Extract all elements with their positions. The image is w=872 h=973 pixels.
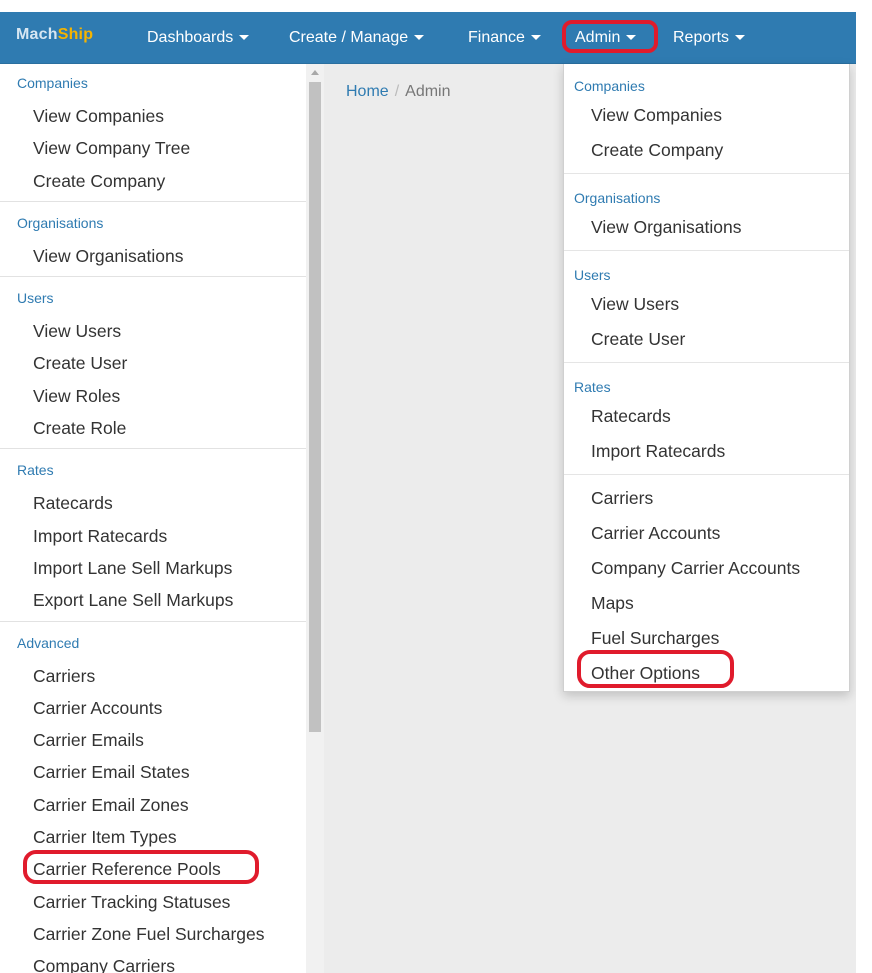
admin-highlight-annotation	[562, 20, 658, 53]
sidebar-item-carrier-accounts[interactable]: Carrier Accounts	[0, 692, 306, 724]
admin-menu-item-import-ratecards[interactable]: Import Ratecards	[564, 434, 849, 469]
sidebar-group-users: Users View Users Create User View Roles …	[0, 277, 306, 450]
sidebar-item-import-ratecards[interactable]: Import Ratecards	[0, 520, 306, 552]
sidebar-item-carrier-zone-fuel-surcharges[interactable]: Carrier Zone Fuel Surcharges	[0, 918, 306, 950]
sidebar-item-carrier-item-types[interactable]: Carrier Item Types	[0, 821, 306, 853]
right-margin	[856, 12, 872, 973]
carrier-reference-pools-highlight-annotation	[23, 850, 259, 884]
sidebar-group-advanced: Advanced Carriers Carrier Accounts Carri…	[0, 622, 306, 973]
sidebar-group-organisations: Organisations View Organisations	[0, 202, 306, 278]
chevron-down-icon	[735, 35, 746, 41]
sidebar-item-carriers[interactable]: Carriers	[0, 660, 306, 692]
sidebar-item-view-users[interactable]: View Users	[0, 315, 306, 347]
breadcrumb-separator: /	[394, 83, 400, 100]
admin-menu-header-organisations: Organisations	[574, 190, 661, 206]
admin-menu-group-organisations: Organisations View Organisations	[564, 174, 849, 251]
sidebar-item-view-company-tree[interactable]: View Company Tree	[0, 132, 306, 164]
top-margin	[0, 0, 872, 12]
sidebar-item-import-lane-sell-markups[interactable]: Import Lane Sell Markups	[0, 552, 306, 584]
brand-logo-part1: Mach	[16, 26, 58, 43]
nav-finance[interactable]: Finance	[468, 12, 541, 63]
sidebar-item-view-companies[interactable]: View Companies	[0, 100, 306, 132]
sidebar-header-users: Users	[17, 290, 54, 307]
sidebar-item-create-role[interactable]: Create Role	[0, 412, 306, 444]
admin-menu-header-users: Users	[574, 267, 611, 283]
admin-menu-item-view-companies[interactable]: View Companies	[564, 98, 849, 133]
sidebar-item-carrier-email-states[interactable]: Carrier Email States	[0, 756, 306, 788]
admin-menu-header-companies: Companies	[574, 78, 645, 94]
admin-dropdown-menu: Companies View Companies Create Company …	[563, 64, 850, 692]
nav-reports-label: Reports	[673, 29, 730, 46]
chevron-down-icon	[530, 35, 541, 41]
admin-menu-item-carriers[interactable]: Carriers	[564, 481, 849, 516]
chevron-down-icon	[239, 35, 250, 41]
sidebar-header-advanced: Advanced	[17, 634, 80, 651]
admin-menu-item-carrier-accounts[interactable]: Carrier Accounts	[564, 516, 849, 551]
sidebar-header-rates: Rates	[17, 462, 54, 479]
sidebar-item-company-carriers[interactable]: Company Carriers	[0, 950, 306, 973]
sidebar-group-rates: Rates Ratecards Import Ratecards Import …	[0, 449, 306, 622]
admin-sidebar: Companies View Companies View Company Tr…	[0, 64, 306, 973]
sidebar-header-companies: Companies	[17, 75, 88, 91]
sidebar-item-export-lane-sell-markups[interactable]: Export Lane Sell Markups	[0, 584, 306, 616]
admin-menu-group-companies: Companies View Companies Create Company	[564, 64, 849, 174]
admin-menu-item-view-organisations[interactable]: View Organisations	[564, 210, 849, 245]
sidebar-item-carrier-tracking-statuses[interactable]: Carrier Tracking Statuses	[0, 886, 306, 918]
sidebar-item-carrier-emails[interactable]: Carrier Emails	[0, 724, 306, 756]
sidebar-item-carrier-email-zones[interactable]: Carrier Email Zones	[0, 789, 306, 821]
sidebar-item-create-user[interactable]: Create User	[0, 347, 306, 379]
scroll-up-arrow-icon[interactable]	[311, 70, 319, 75]
other-options-highlight-annotation	[577, 650, 734, 688]
admin-menu-item-maps[interactable]: Maps	[564, 586, 849, 621]
nav-dashboards-label: Dashboards	[147, 29, 234, 46]
admin-menu-item-create-user[interactable]: Create User	[564, 322, 849, 357]
nav-create-manage[interactable]: Create / Manage	[289, 12, 425, 63]
sidebar-item-view-roles[interactable]: View Roles	[0, 380, 306, 412]
brand-logo[interactable]: MachShip	[16, 26, 93, 44]
nav-finance-label: Finance	[468, 29, 525, 46]
breadcrumb-home-link[interactable]: Home	[346, 83, 389, 100]
sidebar-item-view-organisations[interactable]: View Organisations	[0, 240, 306, 272]
scrollbar-thumb[interactable]	[309, 82, 321, 732]
admin-menu-item-create-company[interactable]: Create Company	[564, 133, 849, 168]
sidebar-header-organisations: Organisations	[17, 214, 104, 231]
breadcrumb-current: Admin	[405, 83, 451, 100]
chevron-down-icon	[414, 35, 425, 41]
breadcrumb: Home / Admin	[346, 83, 451, 101]
sidebar-item-create-company[interactable]: Create Company	[0, 165, 306, 197]
admin-menu-group-users: Users View Users Create User	[564, 251, 849, 363]
sidebar-item-ratecards[interactable]: Ratecards	[0, 487, 306, 519]
admin-menu-item-view-users[interactable]: View Users	[564, 287, 849, 322]
top-navbar: MachShip Dashboards Create / Manage Fina…	[0, 12, 856, 64]
sidebar-scrollbar[interactable]	[306, 64, 324, 973]
nav-reports[interactable]: Reports	[673, 12, 746, 63]
admin-menu-item-company-carrier-accounts[interactable]: Company Carrier Accounts	[564, 551, 849, 586]
nav-dashboards[interactable]: Dashboards	[147, 12, 250, 63]
admin-menu-header-rates: Rates	[574, 379, 611, 395]
brand-logo-part2: Ship	[57, 26, 94, 43]
admin-menu-group-rates: Rates Ratecards Import Ratecards	[564, 363, 849, 475]
nav-create-manage-label: Create / Manage	[289, 29, 409, 46]
admin-menu-item-ratecards[interactable]: Ratecards	[564, 399, 849, 434]
sidebar-group-companies: Companies View Companies View Company Tr…	[0, 64, 306, 202]
